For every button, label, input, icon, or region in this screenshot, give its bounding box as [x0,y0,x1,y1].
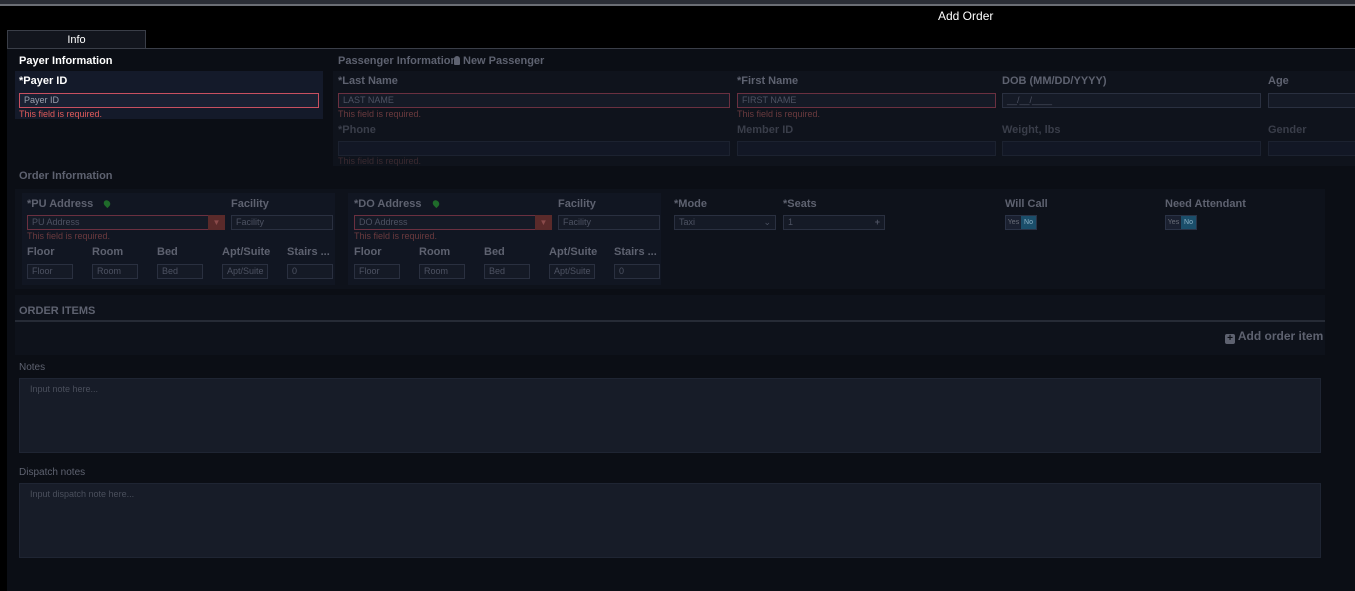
first-name-label: *First Name [737,75,799,87]
pu-stairs-label: Stairs ... [287,246,330,258]
first-name-input[interactable]: FIRST NAME [737,93,996,108]
order-items-title: ORDER ITEMS [19,305,96,317]
window-title: Add Order [938,9,994,23]
will-call-label: Will Call [1005,198,1048,210]
do-apt-label: Apt/Suite [549,246,598,258]
pu-apt-label: Apt/Suite [222,246,271,258]
gender-label: Gender [1268,124,1307,136]
pu-apt-input[interactable]: Apt/Suite [222,264,268,279]
seats-value: 1 [788,217,794,227]
do-stairs-input[interactable]: 0 [614,264,660,279]
member-id-input[interactable] [737,141,996,156]
pu-bed-input[interactable]: Bed [157,264,203,279]
will-call-yes[interactable]: Yes [1006,216,1021,229]
do-address-input[interactable]: DO Address [354,215,536,230]
need-attendant-label: Need Attendant [1165,198,1246,210]
mode-select[interactable]: Taxi ⌄ [674,215,776,230]
person-icon [454,56,460,65]
tab-info[interactable]: Info [7,30,146,49]
pu-stairs-input[interactable]: 0 [287,264,333,279]
phone-label: *Phone [338,124,376,136]
will-call-no[interactable]: No [1021,216,1036,229]
do-address-label-text: *DO Address [354,198,422,210]
pu-room-input[interactable]: Room [92,264,138,279]
add-order-item-label: Add order item [1237,329,1324,343]
pu-address-error: This field is required. [27,231,111,241]
notes-textarea[interactable]: Input note here... [19,378,1321,453]
pu-floor-input[interactable]: Floor [27,264,73,279]
last-name-input[interactable]: LAST NAME [338,93,730,108]
phone-input[interactable] [338,141,730,156]
do-room-label: Room [419,246,451,258]
order-items-divider [15,320,1325,322]
do-facility-label: Facility [558,198,596,210]
pu-address-label-text: *PU Address [27,198,94,210]
payer-id-error: This field is required. [19,109,103,119]
chevron-down-icon: ⌄ [763,217,771,227]
last-name-label: *Last Name [338,75,398,87]
pu-address-label: *PU Address [27,198,112,210]
do-stairs-label: Stairs ... [614,246,657,258]
age-label: Age [1268,75,1289,87]
do-facility-input[interactable]: Facility [558,215,660,230]
do-bed-input[interactable]: Bed [484,264,530,279]
do-room-input[interactable]: Room [419,264,465,279]
notes-label: Notes [19,362,46,373]
pu-address-clear-icon[interactable]: ▼ [208,215,225,230]
new-passenger-label: New Passenger [463,55,545,67]
do-address-label: *DO Address [354,198,441,210]
first-name-error: This field is required. [737,109,821,119]
pu-floor-label: Floor [27,246,55,258]
mode-label: *Mode [674,198,707,210]
age-input[interactable] [1268,93,1355,108]
dob-label: DOB (MM/DD/YYYY) [1002,75,1107,87]
pu-bed-label: Bed [157,246,178,258]
do-address-error: This field is required. [354,231,438,241]
do-floor-label: Floor [354,246,382,258]
do-address-clear-icon[interactable]: ▼ [535,215,552,230]
order-items-section [15,295,1325,355]
payer-section-title: Payer Information [19,55,113,67]
seats-stepper[interactable]: 1 + [783,215,885,230]
order-section-title: Order Information [19,170,113,182]
do-apt-input[interactable]: Apt/Suite [549,264,595,279]
payer-id-input[interactable]: Payer ID [19,93,319,108]
pu-room-label: Room [92,246,124,258]
mode-value: Taxi [679,217,696,227]
need-attendant-no[interactable]: No [1181,216,1196,229]
do-bed-label: Bed [484,246,505,258]
pu-facility-input[interactable]: Facility [231,215,333,230]
dispatch-notes-textarea[interactable]: Input dispatch note here... [19,483,1321,558]
phone-error: This field is required. [338,156,422,166]
dispatch-notes-label: Dispatch notes [19,467,86,478]
need-attendant-toggle[interactable]: Yes No [1165,215,1197,230]
need-attendant-yes[interactable]: Yes [1166,216,1181,229]
new-passenger-button[interactable]: New Passenger [454,55,544,67]
weight-label: Weight, lbs [1002,124,1061,136]
gender-select[interactable] [1268,141,1355,156]
add-order-item-button[interactable]: + Add order item [1225,329,1323,344]
seats-label: *Seats [783,198,817,210]
member-id-label: Member ID [737,124,794,136]
plus-icon[interactable]: + [875,216,880,229]
weight-input[interactable] [1002,141,1261,156]
plus-square-icon: + [1225,334,1235,344]
will-call-toggle[interactable]: Yes No [1005,215,1037,230]
do-floor-input[interactable]: Floor [354,264,400,279]
pu-address-input[interactable]: PU Address [27,215,209,230]
last-name-error: This field is required. [338,109,422,119]
top-bar-divider [0,4,1355,6]
payer-id-label: *Payer ID [19,75,68,87]
pu-facility-label: Facility [231,198,269,210]
passenger-section-title: Passenger Information [338,55,458,67]
dob-input[interactable]: __/__/____ [1002,93,1261,108]
